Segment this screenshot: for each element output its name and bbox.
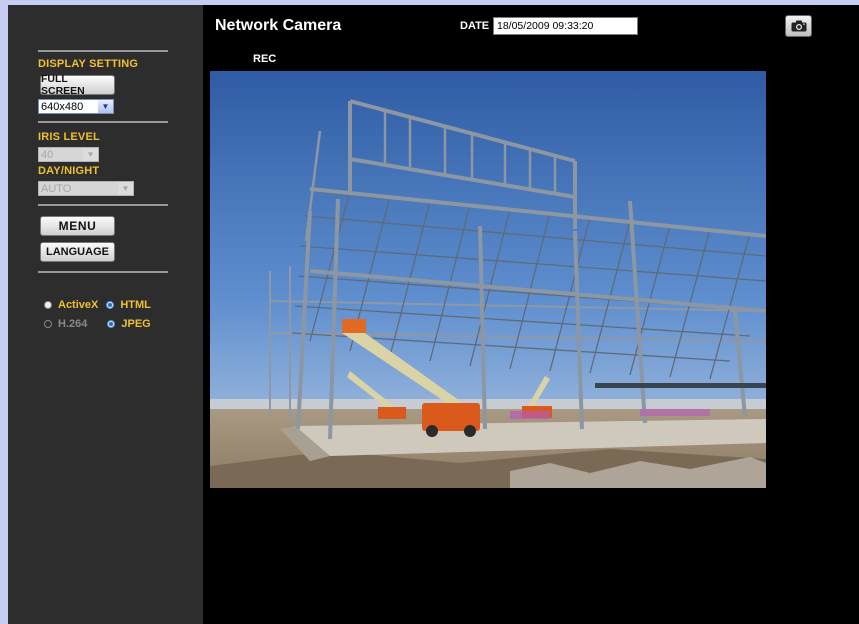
iris-level-select[interactable]: 40 ▼	[38, 147, 99, 162]
h264-label: H.264	[58, 318, 88, 330]
camera-video-feed[interactable]	[210, 71, 766, 488]
jpeg-radio[interactable]	[107, 320, 116, 328]
camera-icon	[791, 20, 806, 32]
chevron-down-icon: ▼	[118, 182, 133, 195]
iris-level-label: IRIS LEVEL	[38, 131, 100, 143]
divider	[38, 204, 168, 206]
viewer-mode-row: ActiveX HTML	[44, 299, 151, 311]
menu-button[interactable]: MENU	[40, 216, 115, 236]
chevron-down-icon: ▼	[83, 148, 98, 161]
resolution-select[interactable]: 640x480 ▼	[38, 99, 114, 114]
main-panel: Network Camera DATE 18/05/2009 09:33:20 …	[203, 5, 859, 624]
date-label: DATE	[460, 20, 490, 32]
page-title: Network Camera	[215, 17, 342, 34]
full-screen-button[interactable]: FULL SCREEN	[40, 73, 115, 97]
date-field: 18/05/2009 09:33:20	[493, 17, 638, 35]
chevron-down-icon[interactable]: ▼	[98, 100, 113, 113]
day-night-label: DAY/NIGHT	[38, 165, 100, 177]
day-night-select[interactable]: AUTO ▼	[38, 181, 134, 196]
h264-radio	[44, 320, 52, 328]
codec-row: H.264 JPEG	[44, 318, 151, 330]
language-button[interactable]: LANGUAGE	[40, 242, 115, 262]
divider	[38, 50, 168, 52]
display-setting-label: DISPLAY SETTING	[38, 58, 139, 70]
html-label[interactable]: HTML	[120, 299, 151, 311]
resolution-value: 640x480	[41, 100, 84, 113]
activex-label[interactable]: ActiveX	[58, 299, 98, 311]
sidebar: DISPLAY SETTING FULL SCREEN 640x480 ▼ IR…	[8, 5, 203, 624]
divider	[38, 121, 168, 123]
rec-indicator: REC	[253, 53, 277, 65]
iris-level-value: 40	[41, 148, 54, 161]
day-night-value: AUTO	[41, 182, 72, 195]
html-radio[interactable]	[106, 301, 115, 309]
activex-radio[interactable]	[44, 301, 52, 309]
snapshot-button[interactable]	[785, 15, 812, 37]
divider	[38, 271, 168, 273]
jpeg-label[interactable]: JPEG	[121, 318, 150, 330]
